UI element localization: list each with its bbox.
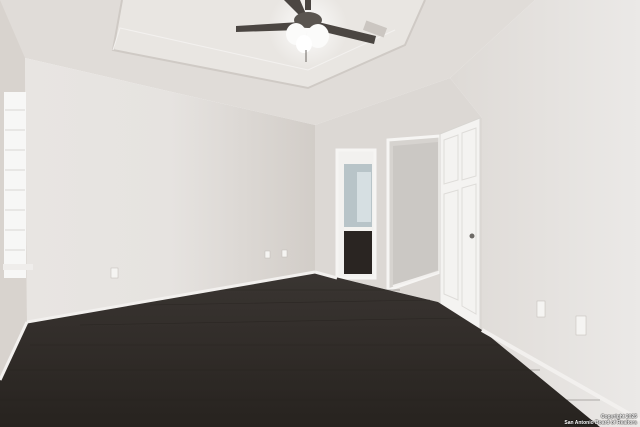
bedroom-door: [439, 117, 481, 331]
vanity-cabinet: [344, 230, 372, 274]
wall-outlet: [536, 300, 546, 318]
door-knob: [469, 233, 475, 239]
room-photo: Copyright 2025 San Antonio Board of Real…: [0, 0, 640, 427]
watermark-line-2: San Antonio Board of Realtors: [564, 420, 637, 426]
wall-outlet: [281, 249, 288, 258]
wall-outlet: [264, 250, 271, 259]
window-sill: [3, 264, 33, 270]
room-illustration: [0, 0, 640, 427]
wall-outlet: [575, 315, 587, 336]
copyright-watermark: Copyright 2025 San Antonio Board of Real…: [564, 414, 637, 426]
wall-outlet: [110, 267, 119, 279]
